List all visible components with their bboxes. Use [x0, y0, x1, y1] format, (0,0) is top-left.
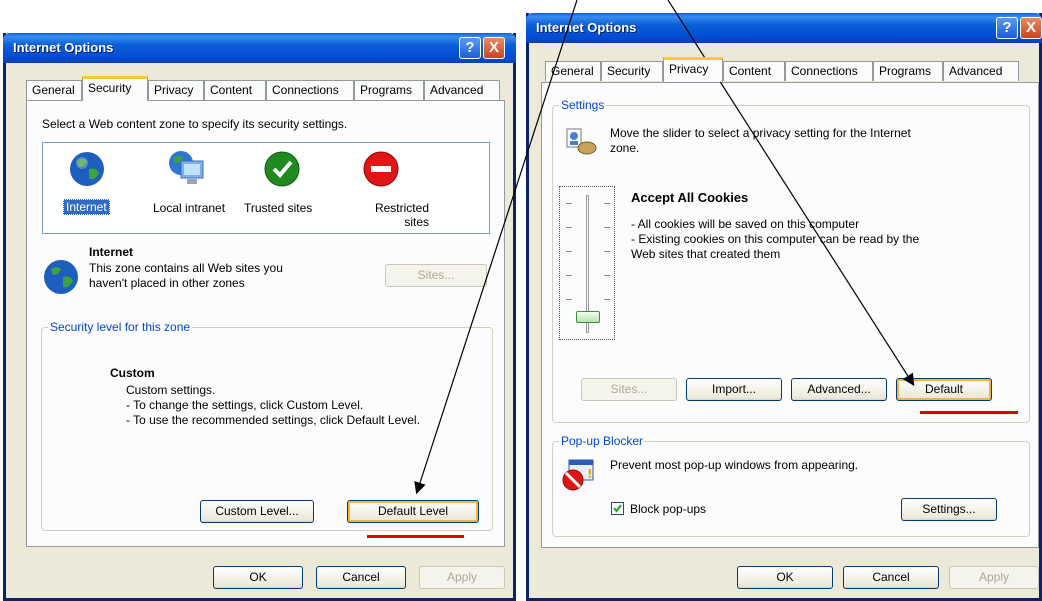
zone-restricted-sites[interactable]: Restricted sites	[343, 149, 429, 229]
title-bar[interactable]: Internet Options ? X	[526, 13, 1042, 43]
privacy-icon	[566, 128, 597, 155]
popup-settings-button[interactable]: Settings...	[901, 498, 997, 521]
privacy-slider[interactable]	[559, 186, 615, 340]
block-popups-label[interactable]: Block pop-ups	[630, 502, 706, 516]
block-popups-checkbox[interactable]	[611, 502, 624, 515]
slider-tick	[566, 203, 572, 204]
slider-tick	[604, 203, 610, 204]
zone-internet[interactable]: Internet	[51, 149, 123, 229]
popup-description: Prevent most pop-up windows from appeari…	[610, 458, 859, 472]
annotation-underline-default-level	[367, 535, 464, 538]
privacy-level-line1: - All cookies will be saved on this comp…	[631, 217, 860, 231]
sites-button[interactable]: Sites...	[385, 264, 487, 287]
security-level-group: Security level for this zone Custom Cust…	[41, 320, 493, 531]
tab-security[interactable]: Security	[601, 61, 663, 81]
zone-local-intranet[interactable]: Local intranet	[141, 149, 231, 229]
close-button[interactable]: X	[1020, 17, 1042, 39]
slider-hint-line1: Move the slider to select a privacy sett…	[610, 126, 911, 140]
globe-icon	[70, 152, 104, 186]
slider-hint-line2: zone.	[610, 141, 640, 155]
svg-text:!: !	[587, 467, 592, 481]
custom-level-button[interactable]: Custom Level...	[200, 500, 314, 523]
ok-button[interactable]: OK	[737, 566, 833, 589]
tab-content[interactable]: Content	[204, 80, 266, 100]
tab-security[interactable]: Security	[82, 76, 148, 101]
zone-heading: Internet	[89, 245, 134, 259]
tab-programs[interactable]: Programs	[873, 61, 943, 81]
security-level-line2: - To change the settings, click Custom L…	[126, 398, 364, 412]
slider-tick	[566, 227, 572, 228]
tab-programs[interactable]: Programs	[354, 80, 424, 100]
apply-button[interactable]: Apply	[949, 566, 1039, 589]
internet-options-privacy-dialog: Internet Options ? X General Security Pr…	[526, 13, 1042, 601]
zone-trusted-sites-label: Trusted sites	[244, 201, 313, 215]
security-level-legend: Security level for this zone	[48, 320, 193, 334]
security-tab-panel: Select a Web content zone to specify its…	[26, 100, 505, 547]
close-button[interactable]: X	[483, 37, 505, 59]
security-level-line1: Custom settings.	[126, 383, 216, 397]
slider-tick	[566, 251, 572, 252]
zone-restricted-sites-text: Restricted sites	[374, 201, 429, 229]
privacy-level-line2: - Existing cookies on this computer can …	[631, 232, 920, 246]
tab-general[interactable]: General	[26, 80, 82, 100]
apply-button[interactable]: Apply	[419, 566, 505, 589]
settings-group: Settings Move the slider to select a pri…	[552, 98, 1030, 423]
tab-connections[interactable]: Connections	[266, 80, 354, 100]
settings-legend: Settings	[559, 98, 607, 112]
slider-tick	[566, 275, 572, 276]
sites-button[interactable]: Sites...	[581, 378, 677, 401]
tab-general[interactable]: General	[545, 61, 601, 81]
check-icon	[613, 504, 622, 513]
zone-restricted-sites-label: Restricted sites	[369, 201, 429, 229]
tab-privacy[interactable]: Privacy	[663, 57, 723, 82]
slider-tick	[566, 299, 572, 300]
window-title: Internet Options	[536, 20, 637, 35]
restricted-icon	[363, 151, 399, 187]
slider-tick	[604, 299, 610, 300]
slider-tick	[604, 275, 610, 276]
privacy-tab-panel: Settings Move the slider to select a pri…	[541, 82, 1039, 548]
tab-privacy[interactable]: Privacy	[148, 80, 204, 100]
zone-local-intranet-label: Local intranet	[153, 201, 226, 215]
intranet-icon	[169, 151, 204, 184]
tab-content[interactable]: Content	[723, 61, 785, 81]
zone-prompt: Select a Web content zone to specify its…	[42, 117, 348, 131]
window-title: Internet Options	[13, 40, 114, 55]
cancel-button[interactable]: Cancel	[316, 566, 406, 589]
globe-icon	[44, 260, 78, 294]
help-button[interactable]: ?	[996, 17, 1018, 39]
cancel-button[interactable]: Cancel	[843, 566, 939, 589]
help-button[interactable]: ?	[459, 37, 481, 59]
checkmark-icon	[264, 151, 300, 187]
privacy-level-name: Accept All Cookies	[631, 190, 749, 205]
security-level-name: Custom	[110, 366, 155, 380]
import-button[interactable]: Import...	[686, 378, 782, 401]
popup-blocker-icon: !	[562, 459, 594, 491]
slider-tick	[604, 251, 610, 252]
zone-internet-label: Internet	[63, 199, 110, 215]
default-button[interactable]: Default	[896, 378, 992, 401]
tab-advanced[interactable]: Advanced	[424, 80, 500, 100]
slider-tick	[604, 227, 610, 228]
zone-description-line1: This zone contains all Web sites you	[89, 261, 283, 275]
privacy-level-line3: Web sites that created them	[631, 247, 781, 261]
default-level-button[interactable]: Default Level	[347, 500, 479, 523]
popup-blocker-legend: Pop-up Blocker	[559, 434, 646, 448]
ok-button[interactable]: OK	[213, 566, 303, 589]
security-level-line3: - To use the recommended settings, click…	[126, 413, 420, 427]
slider-thumb[interactable]	[576, 311, 600, 323]
popup-blocker-group: Pop-up Blocker ! Prevent most pop-up win…	[552, 434, 1030, 537]
tab-connections[interactable]: Connections	[785, 61, 873, 81]
tab-advanced[interactable]: Advanced	[943, 61, 1019, 81]
internet-options-security-dialog: Internet Options ? X General Security Pr…	[3, 33, 516, 601]
title-bar[interactable]: Internet Options ? X	[3, 33, 516, 63]
zone-list[interactable]: Internet Local intranet Trusted sites Re…	[42, 142, 490, 234]
zone-description-line2: haven't placed in other zones	[89, 276, 245, 290]
annotation-underline-default	[920, 411, 1018, 414]
zone-trusted-sites[interactable]: Trusted sites	[238, 149, 328, 229]
advanced-button[interactable]: Advanced...	[791, 378, 887, 401]
